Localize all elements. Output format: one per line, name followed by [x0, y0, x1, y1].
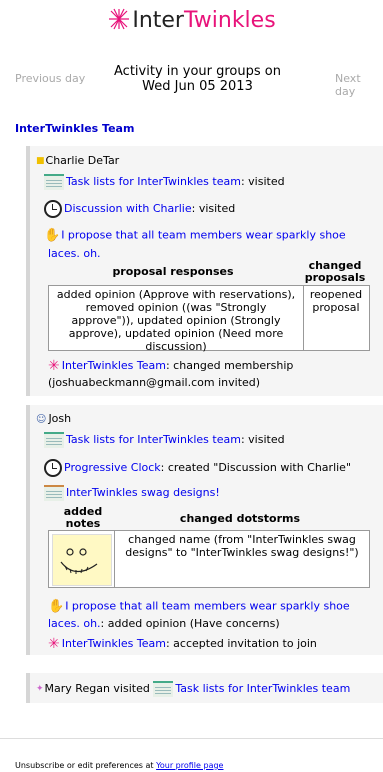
avatar-icon: ☺ [36, 413, 47, 425]
table-divider [303, 286, 304, 350]
response-line: approve), updated opinion (Need more [68, 327, 284, 340]
footer: Unsubscribe or edit preferences at Your … [15, 761, 223, 770]
activity-status: visited [109, 682, 154, 695]
dotstorm-change-line: designs" to "InterTwinkles swag designs!… [125, 546, 359, 559]
logo-text-inter: Inter [132, 8, 184, 33]
response-line: added opinion (Approve with reservations… [56, 288, 296, 301]
task-lists-link[interactable]: Task lists for InterTwinkles team [66, 175, 241, 188]
activity-title-line1: Activity in your groups on [114, 64, 281, 79]
changed-proposals-header-line2: proposals [304, 271, 366, 284]
clock-icon [44, 459, 62, 477]
activity-progressive-clock: Progressive Clock: created "Discussion w… [44, 459, 351, 477]
proposal-responses-table: added opinion (Approve with reservations… [48, 285, 370, 353]
dotstorm-change-line: changed name (from "InterTwinkles swag [128, 533, 356, 546]
activity-status: : changed membership [165, 359, 294, 372]
activity-status: : accepted invitation to join [165, 637, 317, 650]
changed-proposals-header: changed proposals [300, 260, 370, 284]
user-josh: ☺ Josh [36, 412, 71, 425]
resolve-hand-icon: ✋ [48, 599, 65, 614]
activity-title: Activity in your groups on Wed Jun 05 20… [100, 64, 295, 94]
discussion-link[interactable]: Discussion with Charlie [64, 202, 192, 215]
response-line: removed opinion ((was "Strongly [85, 301, 267, 314]
logo[interactable]: InterTwinkles [0, 6, 383, 36]
profile-page-link[interactable]: Your profile page [156, 761, 223, 770]
activity-task-lists: Task lists for InterTwinkles team: visit… [44, 174, 285, 190]
user-block-josh: ☺ Josh Task lists for InterTwinkles team:… [26, 405, 383, 655]
sparkle-icon: ✳ [48, 358, 60, 374]
changed-line: reopened [309, 288, 363, 301]
clock-icon [44, 200, 62, 218]
user-block-mary: ✦Mary Regan visited Task lists for Inter… [26, 673, 383, 703]
activity-task-lists: Task lists for InterTwinkles team: visit… [44, 432, 285, 448]
user-mary: ✦Mary Regan visited Task lists for Inter… [36, 681, 350, 697]
previous-day-link[interactable]: Previous day [15, 72, 85, 85]
proposal-line2: laces. oh.: added opinion (Have concerns… [48, 617, 280, 630]
response-line: discussion) [145, 340, 207, 353]
proposal-link[interactable]: I propose that all team members wear spa… [65, 600, 350, 613]
activity-proposal: ✋I propose that all team members wear sp… [44, 228, 346, 243]
user-name-josh: Josh [48, 412, 72, 425]
proposal-responses-header: proposal responses [112, 265, 234, 278]
activity-team-membership: ✳ InterTwinkles Team: changed membership [48, 358, 293, 374]
dotstorm-thumbnail-icon [44, 485, 64, 501]
activity-status: : added opinion (Have concerns) [100, 617, 280, 630]
progressive-clock-link[interactable]: Progressive Clock [64, 461, 161, 474]
dotstorms-table: changed name (from "InterTwinkles swag d… [48, 530, 370, 588]
changed-dotstorms-header: changed dotstorms [179, 512, 301, 525]
team-link[interactable]: InterTwinkles Team [62, 637, 166, 650]
changed-line: proposal [312, 301, 360, 314]
activity-status: : visited [191, 202, 236, 215]
team-link[interactable]: InterTwinkles Team [62, 359, 166, 372]
task-lists-link[interactable]: Task lists for InterTwinkles team [175, 682, 350, 695]
activity-status: : visited [240, 175, 285, 188]
activity-discussion: Discussion with Charlie: visited [44, 200, 235, 218]
user-name-charlie: Charlie DeTar [45, 154, 120, 167]
sparkle-logo-icon [109, 8, 130, 30]
proposal-link[interactable]: I propose that all team members wear spa… [61, 229, 346, 242]
footer-text: Unsubscribe or edit preferences at [15, 761, 157, 770]
user-charlie: ■Charlie DeTar [36, 154, 119, 167]
sparkle-icon: ✳ [48, 636, 60, 652]
next-day-link[interactable]: Next day [335, 72, 383, 98]
added-notes-header: added notes [48, 506, 118, 530]
activity-proposal: ✋I propose that all team members wear sp… [48, 599, 350, 614]
footer-divider [0, 738, 383, 739]
swag-designs-link[interactable]: InterTwinkles swag designs! [66, 486, 220, 499]
resolve-hand-icon: ✋ [44, 228, 61, 243]
user-block-charlie: ■Charlie DeTar Task lists for InterTwink… [26, 146, 383, 396]
proposal-link-line2[interactable]: laces. oh. [48, 617, 101, 630]
proposal-link-line2[interactable]: laces. oh. [48, 247, 101, 260]
response-line: approve")), updated opinion (Strongly [71, 314, 281, 327]
logo-text-twinkles: Twinkles [183, 8, 276, 33]
task-lists-link[interactable]: Task lists for InterTwinkles team [66, 433, 241, 446]
activity-status: : visited [240, 433, 285, 446]
user-name-mary: Mary Regan [44, 682, 110, 695]
activity-team-join: ✳ InterTwinkles Team: accepted invitation… [48, 636, 317, 652]
header: InterTwinkles [0, 6, 383, 36]
activity-dotstorm: InterTwinkles swag designs! [44, 485, 220, 501]
table-divider [114, 531, 115, 587]
star-icon: ✦ [36, 684, 44, 694]
star-icon: ■ [36, 156, 45, 166]
added-notes-header-line2: notes [65, 517, 101, 530]
note-thumbnail[interactable] [52, 534, 112, 586]
changed-proposals-cell: reopened proposal [305, 288, 367, 314]
task-list-thumbnail-icon [153, 681, 174, 697]
responses-cell: added opinion (Approve with reservations… [51, 288, 301, 353]
activity-status: : created "Discussion with Charlie" [160, 461, 352, 474]
smiley-drawing-icon [60, 548, 98, 574]
team-membership-detail: (joshuabeckmann@gmail.com invited) [48, 376, 261, 389]
task-list-thumbnail-icon [44, 432, 64, 448]
activity-date: Wed Jun 05 2013 [142, 79, 253, 94]
task-list-thumbnail-icon [44, 174, 64, 190]
group-title-link[interactable]: InterTwinkles Team [15, 122, 134, 135]
dotstorms-cell: changed name (from "InterTwinkles swag d… [117, 533, 367, 559]
